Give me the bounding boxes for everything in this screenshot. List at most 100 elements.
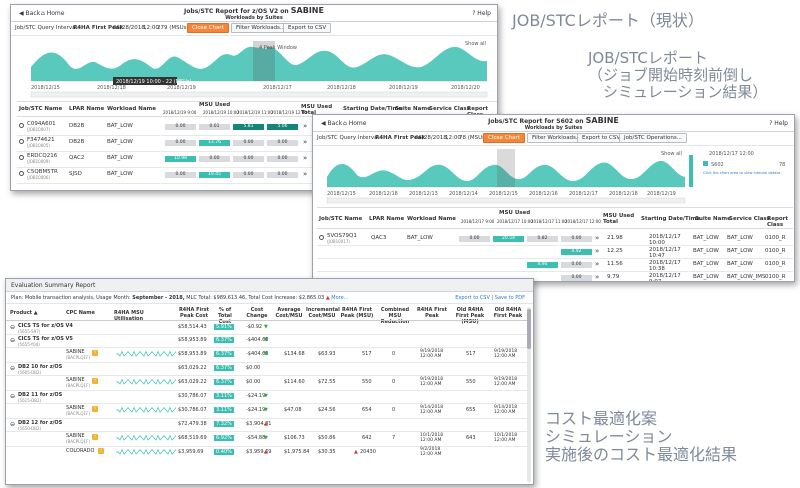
operations-button[interactable]: Job/STC Operations... bbox=[619, 133, 687, 143]
row-radio[interactable] bbox=[19, 171, 24, 176]
col-suite[interactable]: Suite Name bbox=[395, 106, 431, 112]
filter-workloads-button[interactable]: Filter Workloads... bbox=[231, 23, 291, 33]
expand-chevron[interactable]: » bbox=[303, 138, 307, 146]
expand-icon[interactable]: ⊖ bbox=[10, 337, 15, 344]
row-divider bbox=[6, 347, 529, 348]
close-chart-button[interactable]: Close Chart bbox=[187, 23, 229, 33]
msu-bar-3: 0.00 bbox=[561, 275, 592, 281]
col-workload[interactable]: Workload Name bbox=[107, 106, 156, 112]
col-header-0[interactable]: Product ▲ bbox=[10, 310, 60, 316]
close-chart-button[interactable]: Close Chart bbox=[483, 133, 525, 143]
axis-tick-8: 2018/12/19 bbox=[647, 191, 676, 197]
show-all-toggle[interactable]: Show all bbox=[661, 151, 682, 157]
msu-chart[interactable]: Show all 2018/12/15 2018/12/18 2018/12/1… bbox=[317, 147, 793, 205]
expand-chevron[interactable]: » bbox=[303, 154, 307, 162]
msu-bar-2: 5.81 bbox=[233, 124, 264, 130]
first-peak-cost: $58,514.43 bbox=[178, 324, 207, 330]
col-header-11[interactable]: Old R4HA First Peak (MSU) bbox=[452, 307, 488, 325]
change-down-icon: ▼ bbox=[264, 393, 268, 399]
msu-bar-2: 0.00 bbox=[233, 172, 264, 178]
row-radio[interactable] bbox=[19, 139, 24, 144]
evaluation-summary-window: Evaluation Summary Report Plan: Mobile t… bbox=[5, 278, 534, 485]
col-header-10[interactable]: R4HA First Peak bbox=[416, 307, 448, 319]
col-class[interactable]: Service Class bbox=[729, 216, 770, 222]
col-job[interactable]: Job/STC Name bbox=[19, 106, 62, 112]
col-lpar[interactable]: LPAR Name bbox=[369, 216, 404, 222]
export-csv-button[interactable]: Export to CSV bbox=[283, 23, 332, 33]
expand-chevron[interactable]: » bbox=[595, 247, 599, 255]
row-radio[interactable] bbox=[19, 155, 24, 160]
expand-icon[interactable]: ⊖ bbox=[10, 324, 15, 331]
col-start[interactable]: Starting Date/Time bbox=[641, 216, 700, 222]
first-peak-msu: 517 bbox=[362, 351, 372, 357]
col-header-5[interactable]: Cost Change bbox=[242, 307, 272, 319]
col-time-1: 2018/12/17 10:00 bbox=[497, 219, 533, 224]
msu-bar-2: 0.82 bbox=[527, 236, 558, 242]
old-first-peak-date: 9/14/2018 12:00 AM bbox=[494, 405, 518, 415]
expand-chevron[interactable]: » bbox=[595, 273, 599, 281]
col-header-12[interactable]: Old R4HA First Peak bbox=[492, 307, 524, 319]
cost-change: -$24.19 bbox=[246, 407, 266, 413]
col-msu-used[interactable]: MSU Used bbox=[199, 102, 230, 108]
col-msu-used[interactable]: MSU Used bbox=[499, 210, 530, 216]
expand-icon[interactable]: ⊖ bbox=[10, 421, 15, 428]
table-header: Job/STC Name LPAR Name Workload Name MSU… bbox=[317, 207, 793, 229]
msu-chart[interactable]: 4 Peak Window Show all 2018/12/15 2018/1… bbox=[17, 37, 493, 99]
expand-chevron[interactable]: » bbox=[595, 260, 599, 268]
col-header-4[interactable]: % of Total Cost bbox=[212, 307, 238, 325]
expand-icon[interactable]: ⊖ bbox=[10, 365, 15, 372]
col-header-7[interactable]: Incremental Cost/MSU bbox=[306, 307, 340, 319]
pct-total-cost: 6.37% bbox=[214, 379, 234, 385]
show-all-toggle[interactable]: Show all bbox=[465, 41, 486, 47]
axis-tick-1: 2018/12/18 bbox=[97, 85, 126, 91]
col-class[interactable]: Service Class bbox=[429, 106, 470, 112]
cpc-name: COLORADO bbox=[66, 448, 95, 454]
expand-chevron[interactable]: » bbox=[595, 234, 599, 242]
col-job[interactable]: Job/STC Name bbox=[319, 216, 362, 222]
chart-range-slider[interactable] bbox=[30, 91, 488, 98]
expand-icon[interactable]: ⊖ bbox=[10, 393, 15, 400]
help-button[interactable]: ? Help bbox=[769, 120, 788, 127]
col-header-8[interactable]: R4HA First Peak (MSU) bbox=[340, 307, 374, 319]
cpc-flag-icon: ! bbox=[92, 350, 98, 356]
start-time: 2018/12/17 9:07 bbox=[649, 273, 681, 282]
pct-total-cost: 6.37% bbox=[214, 351, 234, 357]
msu-total: 12.25 bbox=[607, 248, 623, 254]
change-down-icon: ▼ bbox=[264, 435, 268, 441]
col-workload[interactable]: Workload Name bbox=[407, 216, 456, 222]
row-divider bbox=[6, 403, 529, 404]
row-radio[interactable] bbox=[19, 123, 24, 128]
col-header-1[interactable]: CPC Name bbox=[66, 310, 106, 316]
service-class: BAT_LOW bbox=[727, 248, 753, 254]
average-cost-msu: $134.68 bbox=[284, 351, 305, 357]
help-button[interactable]: ? Help bbox=[472, 10, 491, 17]
msu-total: 21.98 bbox=[607, 235, 623, 241]
combined-reduction: 7 bbox=[392, 435, 396, 441]
chart-tooltip: 2018/12/19 10:00 - 22 (MSUs) bbox=[116, 79, 191, 85]
vertical-scrollbar[interactable] bbox=[527, 307, 531, 482]
col-start[interactable]: Starting Date/Time bbox=[343, 106, 402, 112]
save-pdf-link[interactable]: Save to PDF bbox=[495, 295, 525, 301]
export-csv-button[interactable]: Export to CSV bbox=[577, 133, 626, 143]
col-report[interactable]: Report Class bbox=[767, 216, 793, 228]
col-header-3[interactable]: R4HA First Peak Cost bbox=[178, 307, 210, 319]
cpc-flag-icon: ! bbox=[92, 378, 98, 384]
row-radio[interactable] bbox=[319, 235, 324, 240]
scroll-thumb[interactable] bbox=[527, 309, 531, 349]
more-link[interactable]: More... bbox=[331, 295, 348, 301]
col-msu-total[interactable]: MSU Used Total bbox=[603, 213, 635, 225]
col-suite[interactable]: Suite Name bbox=[695, 216, 731, 222]
row-divider bbox=[6, 362, 529, 363]
msu-total: 9.79 bbox=[607, 274, 620, 280]
suite-name: BAT_LOW bbox=[693, 248, 719, 254]
col-header-9[interactable]: Combined MSU Reduction bbox=[378, 307, 412, 325]
col-lpar[interactable]: LPAR Name bbox=[69, 106, 104, 112]
export-csv-link[interactable]: Export to CSV bbox=[455, 295, 490, 301]
col-header-6[interactable]: Average Cost/MSU bbox=[274, 307, 304, 319]
chart-range-slider[interactable] bbox=[326, 197, 686, 204]
lpar-name: DB2B bbox=[69, 123, 85, 129]
axis-tick-4: 2018/12/15 bbox=[489, 191, 518, 197]
expand-chevron[interactable]: » bbox=[303, 170, 307, 178]
expand-chevron[interactable]: » bbox=[303, 122, 307, 130]
msu-bar-0: 0.00 bbox=[459, 236, 490, 242]
